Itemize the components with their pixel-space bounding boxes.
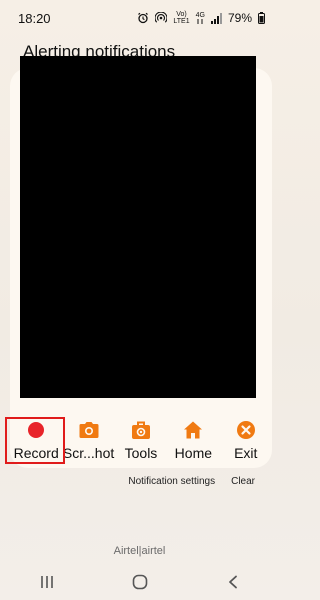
back-icon: [227, 575, 239, 594]
clear-button[interactable]: Clear: [231, 476, 255, 487]
exit-button[interactable]: Exit: [220, 414, 272, 464]
toolbox-icon: [131, 420, 151, 440]
network-volte-icon: Vo) LTE1: [173, 11, 190, 25]
battery-icon: [258, 12, 265, 24]
hotspot-icon: [155, 12, 168, 24]
record-highlight-box: [5, 417, 65, 464]
notification-settings-link[interactable]: Notification settings: [128, 476, 215, 487]
redacted-notification-content: [20, 56, 256, 398]
tools-label: Tools: [124, 445, 158, 461]
recents-button[interactable]: [27, 571, 67, 597]
home-circle-icon: [132, 574, 148, 595]
status-bar: 18:20 Vo) LTE1 4G 79%: [0, 0, 279, 36]
recents-icon: [39, 575, 55, 594]
navigation-bar: [0, 568, 279, 600]
home-button[interactable]: Home: [167, 414, 219, 464]
status-icons: Vo) LTE1 4G 79%: [137, 11, 265, 25]
home-label: Home: [174, 445, 213, 461]
tools-button[interactable]: Tools: [115, 414, 167, 464]
screenshot-button[interactable]: Scr...hot: [63, 414, 115, 464]
status-time: 18:20: [18, 10, 51, 26]
screenshot-label: Scr...hot: [62, 445, 115, 461]
notification-links: Notification settings Clear: [128, 476, 255, 487]
home-nav-button[interactable]: [120, 571, 160, 597]
signal-4g-icon: 4G: [196, 12, 205, 24]
carrier-label: Airtel|airtel: [113, 545, 166, 557]
alarm-icon: [137, 12, 149, 24]
close-circle-icon: [236, 420, 256, 440]
signal-bars-icon: [210, 12, 222, 24]
battery-percent: 79%: [227, 11, 252, 25]
back-button[interactable]: [213, 571, 253, 597]
exit-label: Exit: [234, 445, 258, 461]
home-icon: [183, 420, 203, 440]
camera-icon: [79, 420, 99, 440]
